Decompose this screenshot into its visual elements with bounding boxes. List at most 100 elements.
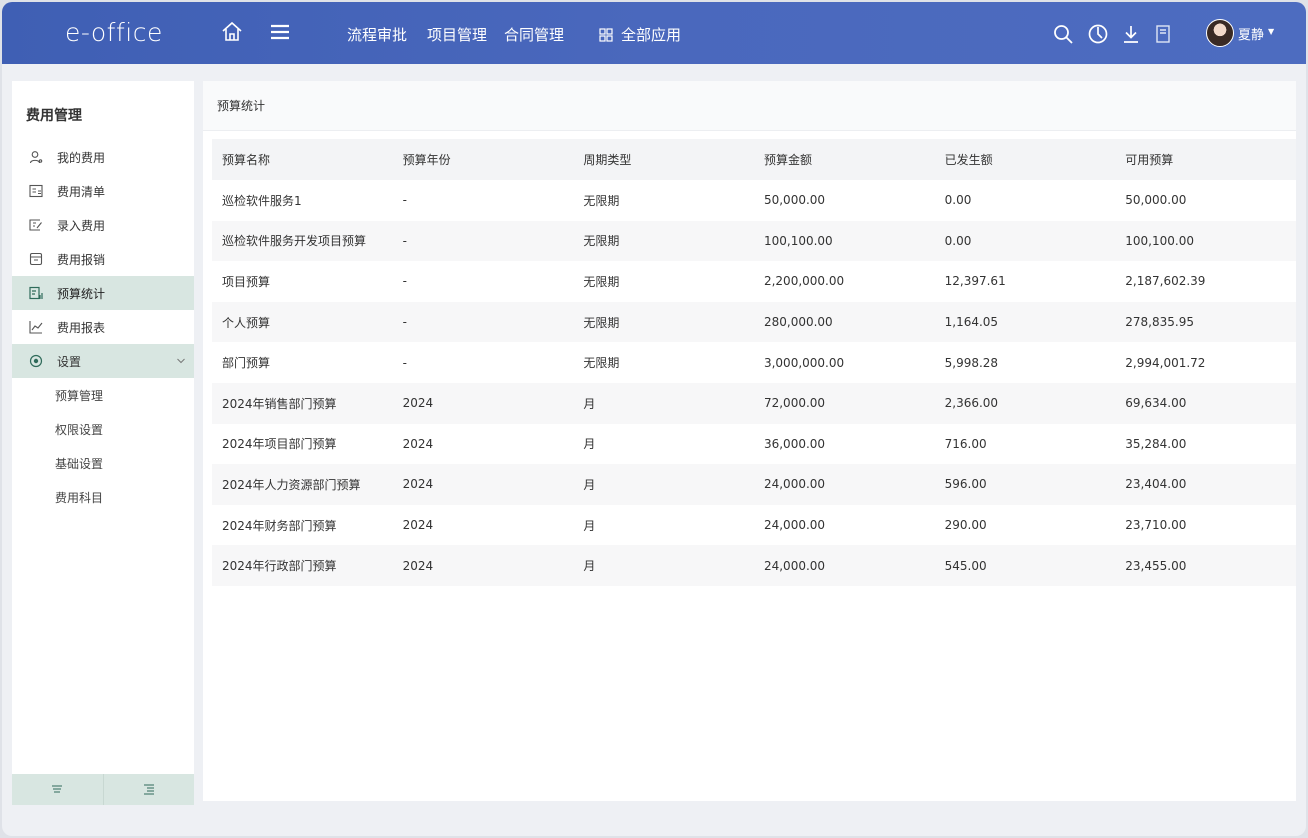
table-cell: 2024 (392, 382, 574, 424)
table-cell: 无限期 (573, 301, 754, 343)
sidebar-item-label: 费用报销 (57, 252, 106, 267)
table-cell: 545.00 (934, 545, 1116, 586)
column-header[interactable]: 预算金额 (753, 139, 935, 180)
download-icon[interactable] (1120, 23, 1142, 45)
table-cell: 项目预算 (212, 261, 393, 302)
table-cell: 月 (573, 504, 754, 546)
menu-icon[interactable] (268, 20, 292, 44)
table-cell: 2024年行政部门预算 (212, 545, 393, 586)
sidebar-title: 费用管理 (26, 108, 82, 124)
app-logo[interactable]: e-office (65, 18, 163, 47)
chart-icon (29, 320, 43, 334)
table-row[interactable]: 巡检软件服务开发项目预算 - 无限期 100,100.00 0.00 100,100.00 (212, 220, 1296, 262)
table-cell: 2,994,001.72 (1115, 342, 1296, 383)
budget-table: 预算名称 预算年份 周期类型 预算金额 已发生额 可用预算 巡检软件服务1- 无限… (212, 139, 1296, 586)
table-cell: 无限期 (573, 261, 754, 302)
collapse-menu-button[interactable] (12, 774, 103, 805)
sidebar-subitem-basic-settings[interactable]: 基础设置 (55, 446, 103, 480)
grid-icon (599, 27, 613, 42)
chevron-down-icon (176, 355, 186, 365)
table-cell: 月 (573, 382, 754, 424)
user-menu[interactable]: 夏静 ▼ (1206, 19, 1274, 47)
sidebar-subitem-budget-management[interactable]: 预算管理 (55, 378, 103, 412)
sidebar-item-enter-expense[interactable]: 录入费用 (12, 208, 194, 242)
sidebar-item-label: 设置 (57, 354, 82, 369)
table-cell: 2024 (392, 504, 574, 546)
table-row[interactable]: 2024年人力资源部门预算 2024 月 24,000.00 596.00 23,404.… (212, 464, 1296, 505)
user-icon (29, 150, 43, 164)
table-cell: 2024 (392, 545, 574, 586)
app-window: e-office 流程审批 项目管理 合同管理 全部应用 夏静 ▼ 费用管理 我… (2, 2, 1306, 836)
table-cell: 1,164.05 (934, 301, 1116, 343)
table-row[interactable]: 2024年项目部门预算 2024 月 36,000.00 716.00 35,284.00 (212, 423, 1296, 465)
table-cell: 月 (573, 423, 754, 465)
table-cell: 278,835.95 (1115, 301, 1296, 343)
table-cell: 个人预算 (212, 301, 393, 343)
clock-icon[interactable] (1087, 23, 1109, 45)
sidebar-item-my-expenses[interactable]: 我的费用 (12, 140, 194, 174)
table-cell: 部门预算 (212, 342, 393, 383)
all-apps-menu[interactable]: 全部应用 (599, 24, 681, 45)
sidebar-item-label: 录入费用 (57, 218, 106, 233)
table-cell: 月 (573, 545, 754, 586)
table-row[interactable]: 2024年销售部门预算 2024 月 72,000.00 2,366.00 69,634.… (212, 382, 1296, 424)
table-cell: 596.00 (934, 464, 1116, 505)
sidebar-item-expense-list[interactable]: 费用清单 (12, 174, 194, 208)
sidebar-item-budget-stats[interactable]: 预算统计 (12, 276, 194, 310)
table-cell: 月 (573, 464, 754, 505)
sidebar-item-reimbursement[interactable]: 费用报销 (12, 242, 194, 276)
table-cell: 2024年项目部门预算 (212, 423, 393, 465)
edit-icon (29, 218, 43, 232)
table-cell: - (392, 180, 574, 221)
sidebar-item-label: 费用报表 (57, 320, 106, 335)
sidebar-item-label: 我的费用 (57, 150, 106, 165)
table-cell: 无限期 (573, 342, 754, 383)
table-cell: - (392, 301, 574, 343)
column-header[interactable]: 已发生额 (934, 139, 1116, 180)
nav-contract-management[interactable]: 合同管理 (504, 24, 564, 45)
list-indent-icon (143, 780, 155, 799)
settings-icon (29, 354, 43, 368)
table-cell: 巡检软件服务开发项目预算 (212, 220, 393, 262)
table-cell: 36,000.00 (753, 423, 935, 465)
column-header[interactable]: 预算年份 (392, 139, 574, 180)
table-cell: 23,455.00 (1115, 545, 1296, 586)
table-cell: 0.00 (934, 220, 1116, 262)
page-title: 预算统计 (203, 81, 1296, 131)
table-cell: 无限期 (573, 220, 754, 262)
expand-menu-button[interactable] (102, 774, 195, 805)
user-name: 夏静 (1238, 27, 1265, 43)
table-row[interactable]: 个人预算 - 无限期 280,000.00 1,164.05 278,835.95 (212, 301, 1296, 343)
table-row[interactable]: 2024年财务部门预算 2024 月 24,000.00 290.00 23,710.00 (212, 504, 1296, 546)
avatar (1206, 19, 1234, 47)
table-row[interactable]: 项目预算 - 无限期 2,200,000.00 12,397.61 2,187,602.3… (212, 261, 1296, 302)
caret-down-icon: ▼ (1268, 26, 1275, 36)
table-cell: 5,998.28 (934, 342, 1116, 383)
table-cell: 2024年销售部门预算 (212, 382, 393, 424)
column-header[interactable]: 可用预算 (1115, 139, 1296, 180)
sidebar-footer (12, 774, 194, 805)
table-row[interactable]: 2024年行政部门预算 2024 月 24,000.00 545.00 23,455.00 (212, 545, 1296, 586)
main-panel: 预算统计 预算名称 预算年份 周期类型 预算金额 已发生额 可用预算 巡检软件服… (203, 81, 1296, 801)
table-cell: - (392, 261, 574, 302)
sidebar: 费用管理 我的费用 费用清单 录入费用 费用报销 预算统计 费用报表 设置 预算… (12, 81, 194, 805)
column-header[interactable]: 预算名称 (212, 139, 393, 180)
note-icon[interactable] (1152, 23, 1174, 45)
table-cell: 69,634.00 (1115, 382, 1296, 424)
home-icon[interactable] (220, 20, 244, 44)
sidebar-item-expense-report[interactable]: 费用报表 (12, 310, 194, 344)
column-header[interactable]: 周期类型 (573, 139, 754, 180)
filter-lines-icon (51, 780, 63, 799)
table-row[interactable]: 部门预算 - 无限期 3,000,000.00 5,998.28 2,994,001.72 (212, 342, 1296, 383)
table-cell: 2,187,602.39 (1115, 261, 1296, 302)
nav-workflow-approval[interactable]: 流程审批 (347, 24, 407, 45)
list-icon (29, 184, 43, 198)
sidebar-item-settings[interactable]: 设置 (12, 344, 194, 378)
sidebar-subitem-permission-settings[interactable]: 权限设置 (55, 412, 103, 446)
nav-project-management[interactable]: 项目管理 (427, 24, 487, 45)
all-apps-label: 全部应用 (621, 26, 682, 44)
search-icon[interactable] (1052, 23, 1074, 45)
table-row[interactable]: 巡检软件服务1- 无限期 50,000.00 0.00 50,000.00 (212, 180, 1296, 221)
sidebar-subitem-expense-subjects[interactable]: 费用科目 (55, 480, 103, 514)
top-navigation-bar: e-office 流程审批 项目管理 合同管理 全部应用 夏静 ▼ (2, 2, 1306, 64)
